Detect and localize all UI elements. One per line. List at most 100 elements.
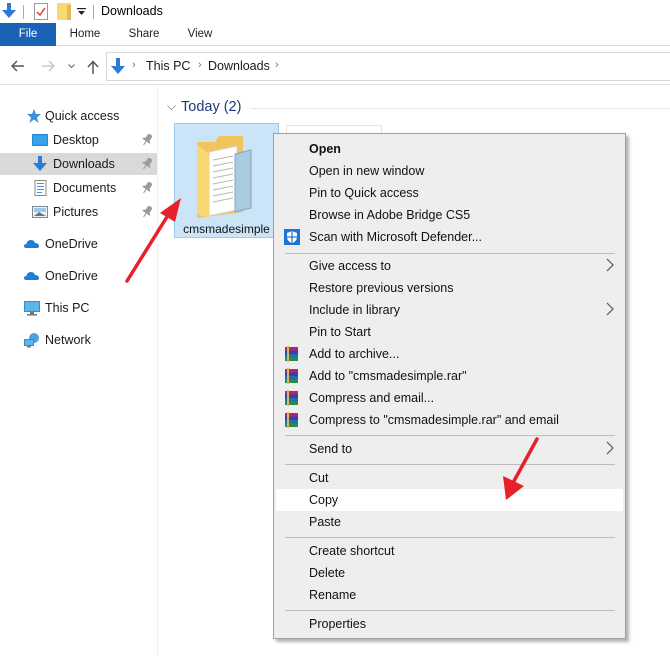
downloads-arrow-icon[interactable] [1,3,17,19]
menu-item-send-to[interactable]: Send to [276,438,623,460]
tab-share[interactable]: Share [121,23,167,46]
menu-item-cut[interactable]: Cut [276,467,623,489]
menu-item-label: Create shortcut [309,544,395,558]
nav-item-downloads[interactable]: Downloads [0,153,157,175]
menu-item-label: Open in new window [309,164,425,178]
breadcrumb-separator[interactable]: › [275,59,279,71]
menu-item-open[interactable]: Open [276,138,623,160]
menu-item-add-to-rar[interactable]: Add to "cmsmadesimple.rar" [276,365,623,387]
defender-shield-icon [284,229,300,245]
pin-icon[interactable] [142,134,152,146]
menu-item-rename[interactable]: Rename [276,584,623,606]
onedrive-icon [24,240,39,248]
menu-item-label: Add to archive... [309,347,400,361]
menu-item-label: Browse in Adobe Bridge CS5 [309,208,471,222]
desktop-icon [32,134,48,146]
menu-item-restore-previous-versions[interactable]: Restore previous versions [276,277,623,299]
menu-item-label: Copy [309,493,339,507]
documents-icon [34,180,47,196]
menu-item-scan-with-defender[interactable]: Scan with Microsoft Defender... [276,226,623,248]
menu-separator [285,464,615,465]
tab-file[interactable]: File [0,23,56,46]
nav-item-this-pc[interactable]: This PC [0,297,157,319]
properties-check-icon[interactable] [34,3,48,20]
customize-qat-icon[interactable] [77,8,86,16]
nav-item-pictures[interactable]: Pictures [0,201,157,223]
submenu-chevron-icon [606,258,614,272]
nav-item-network[interactable]: Network [0,329,157,351]
group-divider [251,108,670,109]
menu-item-label: Properties [309,617,366,631]
breadcrumb-separator[interactable]: › [198,59,202,71]
menu-item-label: Restore previous versions [309,281,454,295]
menu-item-pin-to-start[interactable]: Pin to Start [276,321,623,343]
nav-item-onedrive[interactable]: OneDrive [0,233,157,255]
menu-item-label: Pin to Quick access [309,186,419,200]
nav-item-desktop[interactable]: Desktop [0,129,157,151]
nav-item-documents[interactable]: Documents [0,177,157,199]
qat-separator [93,5,94,19]
menu-item-compress-to-rar-and-email[interactable]: Compress to "cmsmadesimple.rar" and emai… [276,409,623,431]
nav-item-label: Network [45,333,91,347]
menu-item-delete[interactable]: Delete [276,562,623,584]
menu-item-include-in-library[interactable]: Include in library [276,299,623,321]
winrar-icon [285,346,298,362]
address-bar[interactable]: › This PC › Downloads › [106,52,670,81]
menu-item-properties[interactable]: Properties [276,613,623,635]
file-item-cmsmadesimple[interactable]: cmsmadesimple [174,123,279,238]
menu-item-label: Paste [309,515,341,529]
nav-item-label: Downloads [53,157,115,171]
nav-item-quick-access[interactable]: Quick access [0,105,157,127]
winrar-icon [285,368,298,384]
menu-item-create-shortcut[interactable]: Create shortcut [276,540,623,562]
menu-item-label: Include in library [309,303,401,317]
group-title: Today (2) [181,99,242,115]
menu-item-compress-and-email[interactable]: Compress and email... [276,387,623,409]
menu-item-copy[interactable]: Copy [276,489,623,511]
recent-locations-chevron-icon[interactable] [68,64,75,69]
pin-icon[interactable] [142,182,152,194]
breadcrumb-downloads[interactable]: Downloads [208,59,270,73]
menu-item-give-access-to[interactable]: Give access to [276,255,623,277]
new-folder-icon[interactable] [57,3,71,20]
up-arrow-icon[interactable] [87,60,99,74]
collapse-chevron-icon[interactable]: ⌵ [167,99,176,114]
menu-item-label: Scan with Microsoft Defender... [309,230,482,244]
back-arrow-icon[interactable] [11,60,25,72]
nav-item-label: Desktop [53,133,99,147]
menu-item-label: Send to [309,442,353,456]
folder-icon [197,136,252,218]
window-title: Downloads [101,4,163,18]
tab-view[interactable]: View [180,23,220,46]
ribbon-tabs: File Home Share View [0,23,670,46]
breadcrumb-this-pc[interactable]: This PC [146,59,190,73]
onedrive-icon [24,272,39,280]
menu-item-add-to-archive[interactable]: Add to archive... [276,343,623,365]
submenu-chevron-icon [606,441,614,455]
menu-separator [285,610,615,611]
menu-item-label: Cut [309,471,329,485]
pin-icon[interactable] [142,206,152,218]
menu-item-label: Compress and email... [309,391,435,405]
downloads-location-icon [111,58,125,74]
breadcrumb-separator[interactable]: › [132,59,136,71]
forward-arrow-icon[interactable] [41,60,55,72]
nav-item-onedrive-2[interactable]: OneDrive [0,265,157,287]
menu-item-open-in-new-window[interactable]: Open in new window [276,160,623,182]
menu-item-label: Open [309,142,341,156]
winrar-icon [285,412,298,428]
winrar-icon [285,390,298,406]
pin-icon[interactable] [142,158,152,170]
context-menu: Open Open in new window Pin to Quick acc… [273,133,626,639]
menu-item-browse-in-adobe-bridge[interactable]: Browse in Adobe Bridge CS5 [276,204,623,226]
menu-item-label: Compress to "cmsmadesimple.rar" and emai… [309,413,559,427]
tab-home[interactable]: Home [62,23,108,46]
nav-item-label: Quick access [45,109,120,123]
file-name: cmsmadesimple [183,222,270,236]
qat-separator [23,5,24,19]
menu-item-paste[interactable]: Paste [276,511,623,533]
nav-item-label: OneDrive [45,237,98,251]
pictures-icon [32,206,48,218]
menu-item-pin-to-quick-access[interactable]: Pin to Quick access [276,182,623,204]
navigation-pane: Quick access Desktop Downloads Documents… [0,86,158,656]
